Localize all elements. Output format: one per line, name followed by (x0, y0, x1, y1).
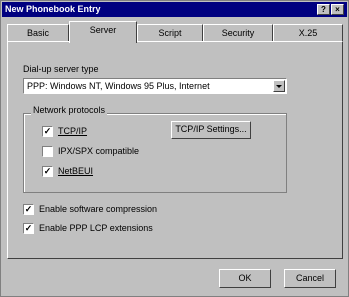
ipx-label[interactable]: IPX/SPX compatible (58, 146, 139, 156)
window-title: New Phonebook Entry (5, 4, 101, 14)
netbeui-checkbox[interactable]: ✓ (42, 166, 53, 177)
network-protocols-label: Network protocols (31, 105, 108, 115)
software-compression-checkbox[interactable]: ✓ (23, 204, 34, 215)
tcpip-label[interactable]: TCP/IP (58, 126, 87, 136)
dialup-server-value: PPP: Windows NT, Windows 95 Plus, Intern… (27, 81, 210, 91)
tab-server[interactable]: Server (69, 21, 137, 43)
chevron-down-icon (276, 85, 282, 88)
tab-strip: Basic Server Script Security X.25 (7, 21, 343, 43)
help-button[interactable]: ? (317, 4, 330, 15)
tcpip-checkbox[interactable]: ✓ (42, 126, 53, 137)
tab-x25[interactable]: X.25 (273, 24, 343, 42)
title-bar[interactable]: New Phonebook Entry ? × (2, 2, 347, 17)
dialup-server-label: Dial-up server type (23, 64, 99, 74)
dialup-server-select[interactable]: PPP: Windows NT, Windows 95 Plus, Intern… (23, 78, 287, 94)
dropdown-button[interactable] (273, 80, 285, 92)
software-compression-label[interactable]: Enable software compression (39, 204, 157, 214)
check-icon: ✓ (24, 223, 33, 233)
tcpip-settings-button[interactable]: TCP/IP Settings... (171, 121, 251, 139)
check-icon: ✓ (43, 126, 52, 136)
check-icon: ✓ (43, 166, 52, 176)
tab-security[interactable]: Security (203, 24, 273, 42)
tab-script[interactable]: Script (137, 24, 203, 42)
cancel-button[interactable]: Cancel (284, 269, 336, 288)
tab-basic[interactable]: Basic (7, 24, 69, 42)
close-button[interactable]: × (331, 4, 344, 15)
phonebook-dialog: New Phonebook Entry ? × Basic Server Scr… (0, 0, 349, 297)
ipx-checkbox[interactable] (42, 146, 53, 157)
netbeui-label[interactable]: NetBEUI (58, 166, 93, 176)
ok-button[interactable]: OK (219, 269, 271, 288)
ppp-lcp-checkbox[interactable]: ✓ (23, 223, 34, 234)
ppp-lcp-label[interactable]: Enable PPP LCP extensions (39, 223, 153, 233)
check-icon: ✓ (24, 204, 33, 214)
